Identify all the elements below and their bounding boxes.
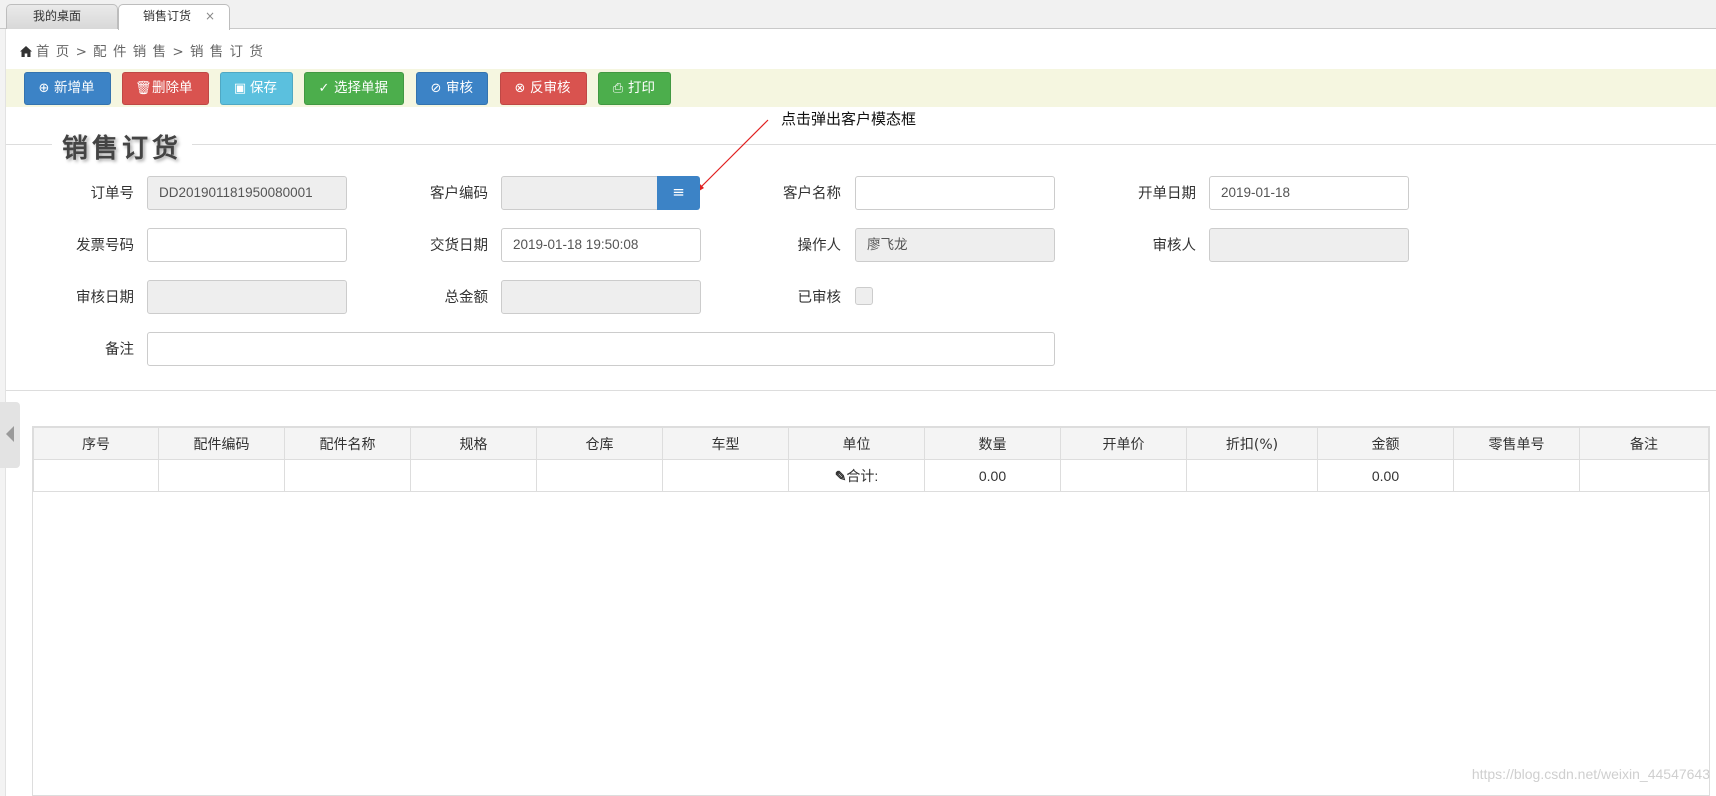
save-button[interactable]: ▣ 保存 <box>220 72 293 105</box>
column-header[interactable]: 规格 <box>410 427 537 460</box>
unaudit-button[interactable]: ⊗ 反审核 <box>500 72 587 105</box>
summary-label-cell: ✎合计: <box>788 459 925 492</box>
cell <box>662 459 789 492</box>
cell <box>536 459 663 492</box>
column-header[interactable]: 金额 <box>1317 427 1454 460</box>
section-divider <box>6 144 1716 145</box>
column-header[interactable]: 零售单号 <box>1453 427 1580 460</box>
customer-code-label: 客户编码 <box>430 186 488 202</box>
toolbar: ⊕ 新增单 🗑删除单 ▣ 保存 ✓ 选择单据 ⊘ 审核 ⊗ 反审核 ⎙ 打印 <box>6 69 1716 107</box>
section-divider <box>6 390 1716 391</box>
annotation-text: 点击弹出客户模态框 <box>781 110 917 128</box>
select-document-button[interactable]: ✓ 选择单据 <box>304 72 404 105</box>
cell <box>410 459 537 492</box>
chevron-left-icon <box>6 426 14 442</box>
remark-label: 备注 <box>105 342 134 358</box>
summary-amount: 0.00 <box>1317 459 1454 492</box>
invoice-label: 发票号码 <box>76 238 134 254</box>
times-circle-icon: ⊗ <box>514 81 526 96</box>
button-label: 选择单据 <box>334 80 388 96</box>
cell <box>33 459 159 492</box>
summary-row: ✎合计: 0.00 0.00 <box>33 459 1709 492</box>
summary-label: 合计: <box>846 467 879 484</box>
delivery-date-label: 交货日期 <box>430 238 488 254</box>
check-circle-icon: ⊘ <box>430 81 442 96</box>
audit-date-field[interactable] <box>147 280 347 314</box>
cell <box>284 459 411 492</box>
watermark: https://blog.csdn.net/weixin_44547643 <box>1471 766 1710 782</box>
button-label: 反审核 <box>530 80 571 96</box>
order-no-label: 订单号 <box>90 186 135 202</box>
order-no-field[interactable]: DD201901181950080001 <box>147 176 347 210</box>
page-title: 销售订货 <box>52 128 193 165</box>
sidebar-toggle[interactable] <box>0 402 20 468</box>
audit-date-label: 审核日期 <box>76 290 134 306</box>
column-header[interactable]: 单位 <box>788 427 925 460</box>
tab-bar: 我的桌面 销售订货 × <box>0 0 1716 30</box>
auditor-label: 审核人 <box>1152 238 1197 254</box>
column-header[interactable]: 数量 <box>924 427 1061 460</box>
tab-label: 销售订货 <box>143 9 192 23</box>
remark-field[interactable] <box>147 332 1055 366</box>
pencil-icon: ✎ <box>834 467 847 484</box>
breadcrumb-text: 首 页 > 配 件 销 售 > 销 售 订 货 <box>36 44 264 60</box>
trash-icon: 🗑 <box>135 81 152 96</box>
invoice-field[interactable] <box>147 228 347 262</box>
column-header[interactable]: 开单价 <box>1060 427 1187 460</box>
audited-label: 已审核 <box>797 290 842 306</box>
button-label: 保存 <box>250 80 277 96</box>
list-icon: ≡ <box>672 183 685 201</box>
tab-sales-order[interactable]: 销售订货 × <box>118 4 230 30</box>
cell <box>1453 459 1580 492</box>
operator-field[interactable]: 廖飞龙 <box>855 228 1055 262</box>
audited-checkbox[interactable] <box>855 287 873 305</box>
check-icon: ✓ <box>318 81 330 96</box>
column-header[interactable]: 仓库 <box>536 427 663 460</box>
open-date-field[interactable]: 2019-01-18 <box>1209 176 1409 210</box>
column-header[interactable]: 序号 <box>33 427 159 460</box>
print-button[interactable]: ⎙ 打印 <box>598 72 671 105</box>
column-header[interactable]: 车型 <box>662 427 789 460</box>
tab-label: 我的桌面 <box>33 9 82 23</box>
summary-qty: 0.00 <box>924 459 1061 492</box>
button-label: 打印 <box>628 80 655 96</box>
print-icon: ⎙ <box>612 81 624 96</box>
auditor-field[interactable] <box>1209 228 1409 262</box>
button-label: 删除单 <box>152 80 193 96</box>
detail-grid: 序号 配件编码 配件名称 规格 仓库 车型 单位 数量 开单价 折扣(%) 金额… <box>32 426 1710 796</box>
button-label: 审核 <box>446 80 473 96</box>
breadcrumb: 首 页 > 配 件 销 售 > 销 售 订 货 <box>20 40 264 60</box>
cell <box>1186 459 1318 492</box>
customer-name-field[interactable] <box>855 176 1055 210</box>
floppy-icon: ▣ <box>233 81 247 96</box>
cell <box>1060 459 1187 492</box>
cell <box>158 459 285 492</box>
delivery-date-field[interactable]: 2019-01-18 19:50:08 <box>501 228 701 262</box>
home-icon <box>20 46 32 57</box>
operator-label: 操作人 <box>797 238 842 254</box>
close-icon[interactable]: × <box>205 5 215 28</box>
column-header[interactable]: 备注 <box>1579 427 1709 460</box>
tab-desktop[interactable]: 我的桌面 <box>6 4 118 29</box>
customer-select-button[interactable]: ≡ <box>657 176 700 210</box>
customer-name-label: 客户名称 <box>783 186 841 202</box>
cell <box>1579 459 1709 492</box>
open-date-label: 开单日期 <box>1138 186 1196 202</box>
new-order-button[interactable]: ⊕ 新增单 <box>24 72 111 105</box>
column-header[interactable]: 配件编码 <box>158 427 285 460</box>
button-label: 新增单 <box>54 80 95 96</box>
customer-code-field[interactable] <box>501 176 658 210</box>
total-amount-field[interactable] <box>501 280 701 314</box>
table-header-row: 序号 配件编码 配件名称 规格 仓库 车型 单位 数量 开单价 折扣(%) 金额… <box>33 427 1709 460</box>
total-amount-label: 总金额 <box>444 290 489 306</box>
column-header[interactable]: 折扣(%) <box>1186 427 1318 460</box>
audit-button[interactable]: ⊘ 审核 <box>416 72 488 105</box>
plus-circle-icon: ⊕ <box>38 81 50 96</box>
column-header[interactable]: 配件名称 <box>284 427 411 460</box>
delete-order-button[interactable]: 🗑删除单 <box>122 72 209 105</box>
